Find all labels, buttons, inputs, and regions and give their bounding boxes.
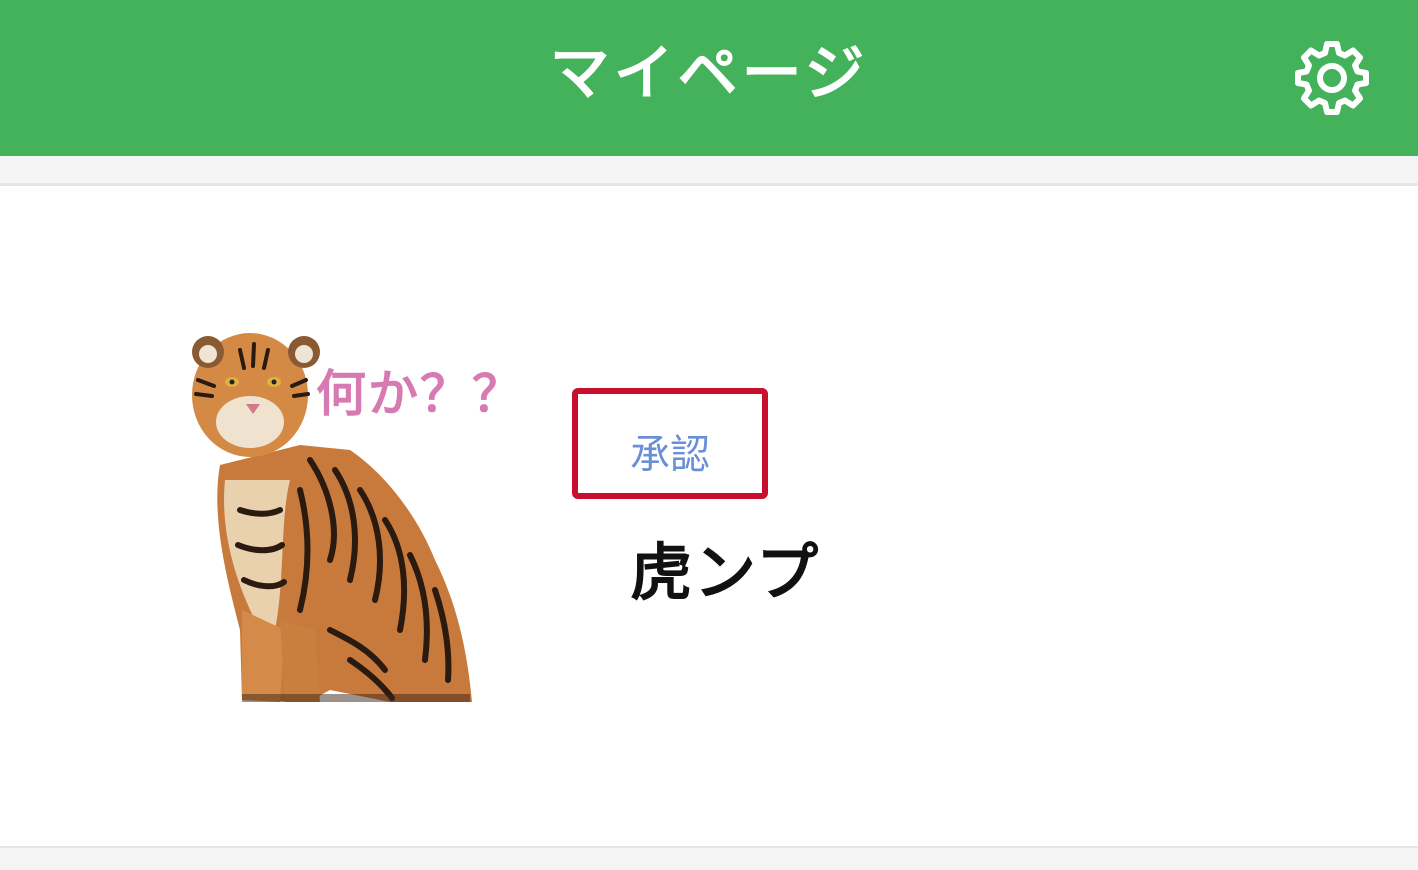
footer-divider xyxy=(0,846,1418,870)
approve-button[interactable]: 承認 xyxy=(572,388,768,499)
avatar-caption: 何か？？ xyxy=(316,365,524,423)
approve-button-label: 承認 xyxy=(630,431,710,478)
user-name: 虎ンプ xyxy=(630,536,821,609)
gear-icon xyxy=(1295,41,1369,115)
page-title: マイページ xyxy=(549,39,869,109)
app-header: マイページ xyxy=(0,0,1418,156)
header-divider xyxy=(0,156,1418,186)
settings-button[interactable] xyxy=(1290,36,1374,120)
